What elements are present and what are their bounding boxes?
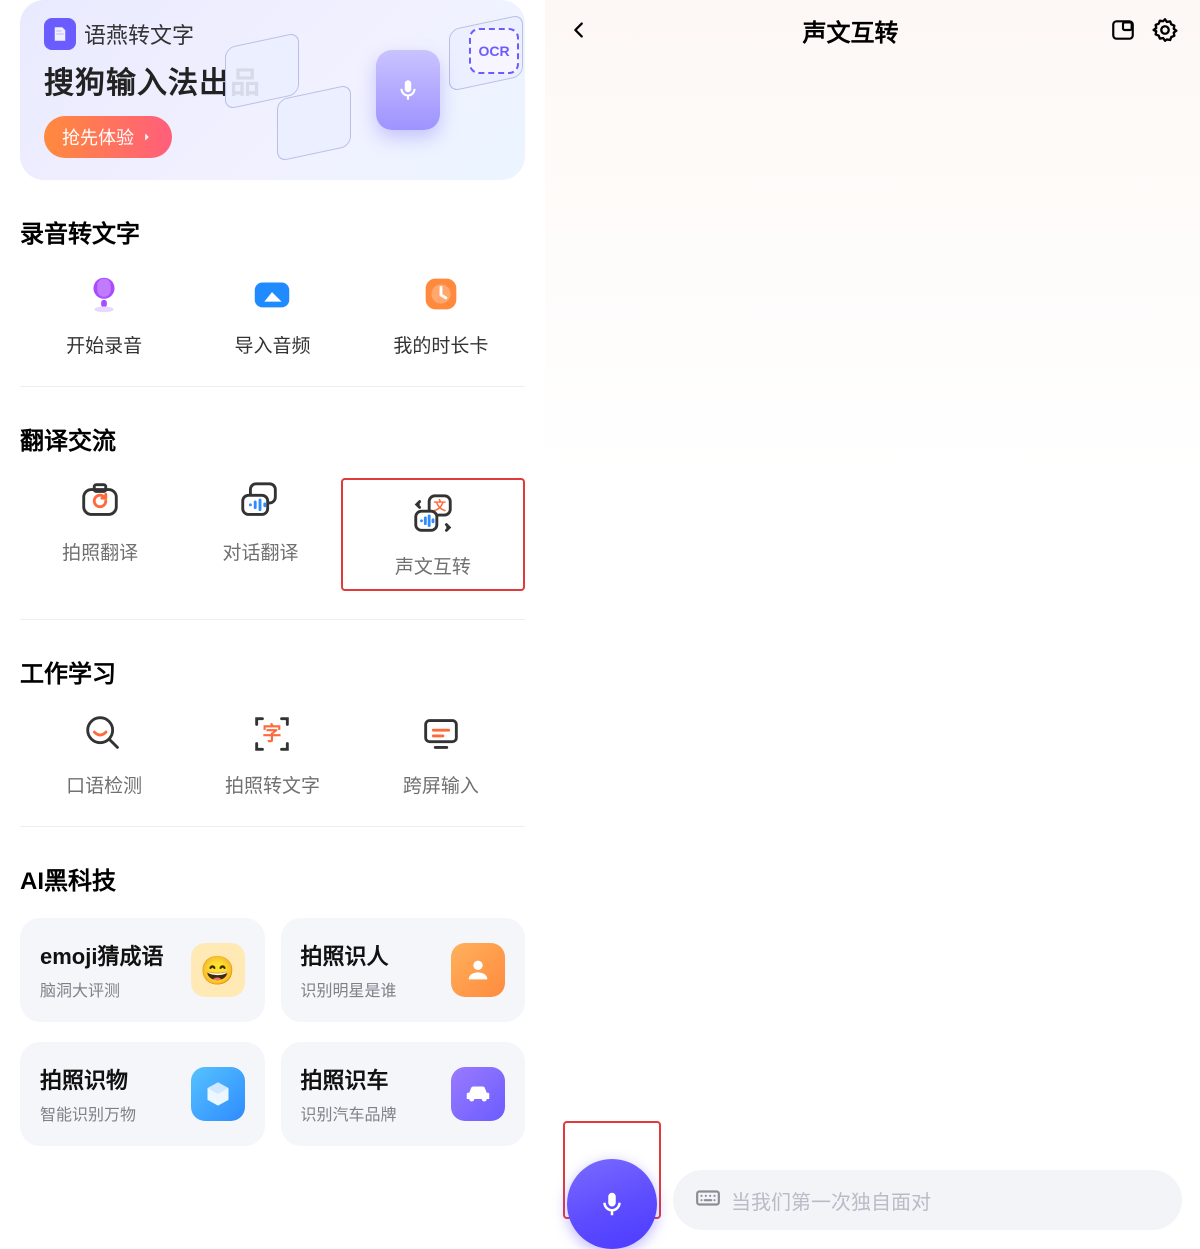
card-emoji-idiom[interactable]: emoji猜成语 脑洞大评测 😄 (20, 918, 265, 1022)
input-placeholder: 当我们第一次独自面对 (731, 1186, 931, 1215)
card-photo-person[interactable]: 拍照识人 识别明星是谁 (281, 918, 526, 1022)
mic-button[interactable] (567, 1159, 657, 1249)
gear-icon (1151, 16, 1179, 44)
promo-cta-label: 抢先体验 (62, 124, 134, 150)
item-label: 跨屏输入 (403, 771, 479, 798)
mic-icon (597, 1185, 627, 1223)
voice-text-icon: 文 (410, 492, 456, 538)
divider (20, 826, 525, 827)
chevron-left-icon (568, 19, 590, 41)
translate-grid: 拍照翻译 对话翻译 文 声文互转 (20, 478, 525, 591)
input-bar: 当我们第一次独自面对 (545, 1140, 1200, 1200)
top-bar: 声文互转 (545, 0, 1200, 60)
card-title: 拍照识人 (301, 939, 397, 971)
chat-wave-icon (237, 478, 283, 524)
person-icon (451, 943, 505, 997)
section-title-translate: 翻译交流 (20, 421, 525, 456)
ai-row-2: 拍照识物 智能识别万物 拍照识车 识别汽车品牌 (20, 1042, 525, 1146)
item-time-card[interactable]: 我的时长卡 (357, 271, 525, 358)
promo-cta[interactable]: 抢先体验 (44, 116, 172, 158)
chevron-right-icon (140, 130, 154, 144)
card-subtitle: 识别明星是谁 (301, 977, 397, 1001)
promo-banner[interactable]: 语燕转文字 搜狗输入法出品 抢先体验 OCR (20, 0, 525, 180)
back-button[interactable] (565, 16, 593, 44)
keyboard-icon (695, 1185, 721, 1216)
tools-screen: 语燕转文字 搜狗输入法出品 抢先体验 OCR 录音转文字 开始录音 (0, 0, 545, 1200)
clock-icon (418, 271, 464, 317)
brand-icon (44, 18, 76, 50)
item-cross-screen[interactable]: 跨屏输入 (357, 711, 525, 798)
work-grid: 口语检测 字 拍照转文字 跨屏输入 (20, 711, 525, 798)
section-title-ai: AI黑科技 (20, 861, 525, 896)
scan-char-icon: 字 (249, 711, 295, 757)
pip-icon (1110, 17, 1136, 43)
section-title-record: 录音转文字 (20, 214, 525, 249)
picture-in-picture-button[interactable] (1108, 15, 1138, 45)
ai-row-1: emoji猜成语 脑洞大评测 😄 拍照识人 识别明星是谁 (20, 918, 525, 1022)
conversation-area (545, 60, 1200, 1200)
card-subtitle: 脑洞大评测 (40, 977, 163, 1001)
item-label: 导入音频 (234, 331, 310, 358)
item-label: 拍照转文字 (225, 771, 320, 798)
item-photo-translate[interactable]: 拍照翻译 (20, 478, 180, 591)
car-icon (451, 1067, 505, 1121)
svg-text:文: 文 (433, 498, 446, 513)
mic-icon (376, 50, 440, 130)
item-label: 对话翻译 (222, 538, 298, 565)
text-input[interactable]: 当我们第一次独自面对 (673, 1170, 1182, 1230)
divider (20, 386, 525, 387)
card-title: 拍照识物 (40, 1063, 136, 1095)
card-photo-car[interactable]: 拍照识车 识别汽车品牌 (281, 1042, 526, 1146)
divider (20, 619, 525, 620)
settings-button[interactable] (1150, 15, 1180, 45)
folder-icon (249, 271, 295, 317)
card-photo-object[interactable]: 拍照识物 智能识别万物 (20, 1042, 265, 1146)
highlight-mic (563, 1121, 661, 1219)
svg-text:字: 字 (263, 722, 282, 745)
brand-name: 语燕转文字 (84, 18, 194, 50)
item-label: 拍照翻译 (62, 538, 138, 565)
promo-art: OCR (303, 6, 513, 174)
item-import-audio[interactable]: 导入音频 (188, 271, 356, 358)
camera-refresh-icon (77, 478, 123, 524)
item-label: 我的时长卡 (393, 331, 488, 358)
item-dialog-translate[interactable]: 对话翻译 (180, 478, 340, 591)
mic-icon (81, 271, 127, 317)
voice-text-screen: 声文互转 当我们第一次独自面对 (545, 0, 1200, 1200)
magnify-smile-icon (81, 711, 127, 757)
item-voice-text-convert[interactable]: 文 声文互转 (341, 478, 525, 591)
item-label: 声文互转 (395, 552, 471, 579)
item-start-record[interactable]: 开始录音 (20, 271, 188, 358)
monitor-icon (418, 711, 464, 757)
item-speaking-test[interactable]: 口语检测 (20, 711, 188, 798)
item-label: 口语检测 (66, 771, 142, 798)
card-subtitle: 智能识别万物 (40, 1101, 136, 1125)
record-grid: 开始录音 导入音频 我的时长卡 (20, 271, 525, 358)
item-label: 开始录音 (66, 331, 142, 358)
ocr-tag: OCR (469, 28, 519, 74)
card-subtitle: 识别汽车品牌 (301, 1101, 397, 1125)
page-title: 声文互转 (605, 13, 1096, 48)
item-photo-to-text[interactable]: 字 拍照转文字 (188, 711, 356, 798)
emoji-icon: 😄 (191, 943, 245, 997)
card-title: 拍照识车 (301, 1063, 397, 1095)
section-title-work: 工作学习 (20, 654, 525, 689)
cube-icon (191, 1067, 245, 1121)
card-title: emoji猜成语 (40, 939, 163, 971)
